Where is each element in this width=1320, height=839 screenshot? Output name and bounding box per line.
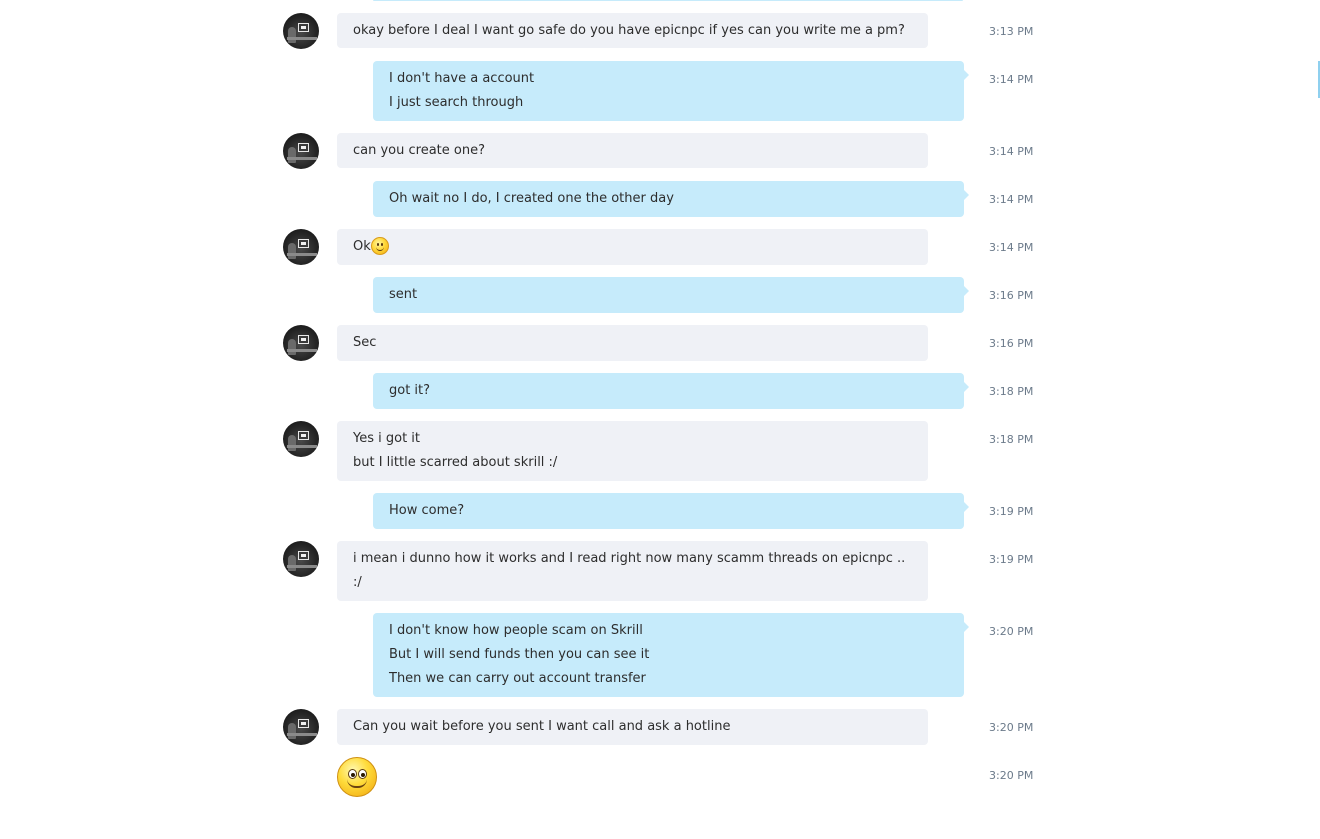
contact-avatar[interactable] bbox=[283, 709, 319, 745]
incoming-message[interactable]: Yes i got it but I little scarred about … bbox=[337, 421, 928, 481]
message-timestamp: 3:14 PM bbox=[989, 193, 1034, 206]
chat-conversation: okay before I deal I want go safe do you… bbox=[0, 0, 1320, 839]
big-smile-emoji-icon[interactable] bbox=[337, 757, 377, 797]
message-row: sent 3:16 PM bbox=[0, 277, 1320, 313]
smile-emoji-icon bbox=[370, 237, 389, 255]
outgoing-message[interactable]: Oh wait no I do, I created one the other… bbox=[373, 181, 969, 217]
message-timestamp: 3:19 PM bbox=[989, 505, 1034, 518]
message-text: sent bbox=[389, 287, 418, 302]
message-text: Ok bbox=[353, 239, 371, 254]
message-timestamp: 3:16 PM bbox=[989, 337, 1034, 350]
contact-avatar[interactable] bbox=[283, 421, 319, 457]
message-row: 3:20 PM bbox=[0, 757, 1320, 799]
incoming-message[interactable]: i mean i dunno how it works and I read r… bbox=[337, 541, 928, 601]
message-text: Then we can carry out account transfer bbox=[389, 671, 646, 686]
message-text: okay before I deal I want go safe do you… bbox=[353, 23, 905, 38]
message-timestamp: 3:16 PM bbox=[989, 289, 1034, 302]
message-text-line: Ok bbox=[353, 235, 912, 259]
message-text: I don't know how people scam on Skrill bbox=[389, 623, 643, 638]
message-row: can you create one? 3:14 PM bbox=[0, 133, 1320, 169]
message-text: Yes i got it bbox=[353, 431, 421, 446]
message-row: i mean i dunno how it works and I read r… bbox=[0, 541, 1320, 601]
message-text: But I will send funds then you can see i… bbox=[389, 647, 650, 662]
message-timestamp: 3:19 PM bbox=[989, 553, 1034, 566]
incoming-message[interactable]: okay before I deal I want go safe do you… bbox=[337, 13, 928, 48]
incoming-message[interactable]: Can you wait before you sent I want call… bbox=[337, 709, 928, 745]
contact-avatar[interactable] bbox=[283, 13, 319, 49]
message-row: Can you wait before you sent I want call… bbox=[0, 709, 1320, 745]
message-text: got it? bbox=[389, 383, 431, 398]
contact-avatar[interactable] bbox=[283, 133, 319, 169]
message-timestamp: 3:18 PM bbox=[989, 385, 1034, 398]
outgoing-message[interactable]: How come? bbox=[373, 493, 969, 529]
message-text: but I little scarred about skrill :/ bbox=[353, 455, 558, 470]
message-timestamp: 3:18 PM bbox=[989, 433, 1034, 446]
message-timestamp: 3:14 PM bbox=[989, 241, 1034, 254]
message-timestamp: 3:20 PM bbox=[989, 721, 1034, 734]
message-text: I don't have a account bbox=[389, 71, 535, 86]
message-text: I just search through bbox=[389, 95, 524, 110]
message-text: :/ bbox=[353, 575, 362, 590]
message-row: Oh wait no I do, I created one the other… bbox=[0, 181, 1320, 217]
message-text: Can you wait before you sent I want call… bbox=[353, 719, 731, 734]
message-text: can you create one? bbox=[353, 143, 485, 158]
message-text: Oh wait no I do, I created one the other… bbox=[389, 191, 674, 206]
message-text: How come? bbox=[389, 503, 465, 518]
outgoing-message[interactable]: I don't know how people scam on Skrill B… bbox=[373, 613, 969, 697]
message-row: okay before I deal I want go safe do you… bbox=[0, 13, 1320, 49]
message-row: Sec 3:16 PM bbox=[0, 325, 1320, 361]
message-timestamp: 3:14 PM bbox=[989, 145, 1034, 158]
contact-avatar[interactable] bbox=[283, 541, 319, 577]
message-row: got it? 3:18 PM bbox=[0, 373, 1320, 409]
incoming-message[interactable]: Ok bbox=[337, 229, 928, 265]
outgoing-message[interactable]: sent bbox=[373, 277, 969, 313]
incoming-message[interactable]: Sec bbox=[337, 325, 928, 361]
message-row: I don't know how people scam on Skrill B… bbox=[0, 613, 1320, 697]
message-row: I don't have a account I just search thr… bbox=[0, 61, 1320, 121]
message-text: i mean i dunno how it works and I read r… bbox=[353, 551, 906, 566]
message-timestamp: 3:20 PM bbox=[989, 625, 1034, 638]
contact-avatar[interactable] bbox=[283, 229, 319, 265]
previous-message-edge bbox=[373, 0, 963, 1]
message-timestamp: 3:13 PM bbox=[989, 25, 1034, 38]
contact-avatar[interactable] bbox=[283, 325, 319, 361]
message-timestamp: 3:20 PM bbox=[989, 769, 1034, 782]
message-timestamp: 3:14 PM bbox=[989, 73, 1034, 86]
outgoing-message[interactable]: got it? bbox=[373, 373, 969, 409]
message-row: Ok 3:14 PM bbox=[0, 229, 1320, 265]
incoming-message[interactable]: can you create one? bbox=[337, 133, 928, 168]
outgoing-message[interactable]: I don't have a account I just search thr… bbox=[373, 61, 969, 121]
message-row: Yes i got it but I little scarred about … bbox=[0, 421, 1320, 481]
message-text: Sec bbox=[353, 335, 377, 350]
message-row: How come? 3:19 PM bbox=[0, 493, 1320, 529]
